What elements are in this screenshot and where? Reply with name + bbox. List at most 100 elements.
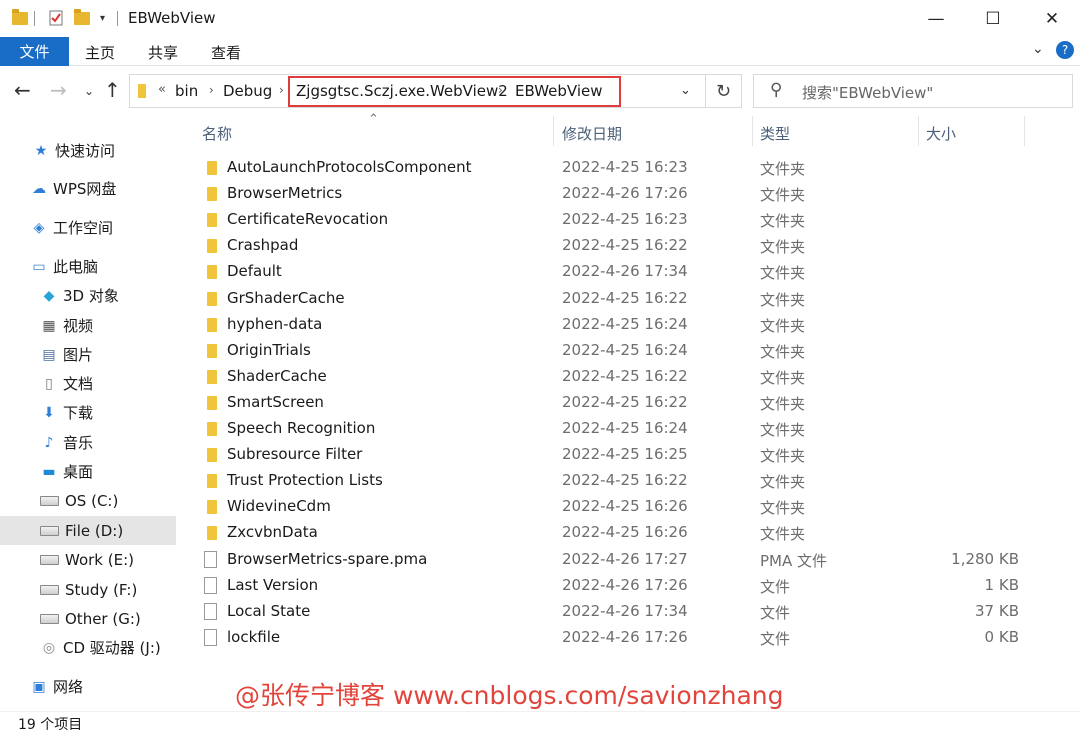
table-row[interactable]: Crashpad 2022-4-25 16:22 文件夹 — [178, 233, 1080, 259]
search-box[interactable]: ⚲ 搜索"EBWebView" — [753, 74, 1073, 108]
sidebar-item-drive-e[interactable]: Work (E:) — [0, 545, 176, 574]
sidebar-item-music[interactable]: ♪ 音乐 — [0, 428, 176, 457]
navigation-pane: ★ 快速访问 ☁ WPS网盘 ◈ 工作空间 ▭ 此电脑 ◆ 3D 对象 ▦ 视频 ▤ 图片 ▯… — [0, 116, 178, 712]
column-divider[interactable] — [553, 116, 554, 146]
tab-home[interactable]: 主页 — [85, 42, 115, 63]
file-type: 文件 — [760, 629, 791, 648]
path-highlight-box — [288, 76, 621, 107]
breadcrumb-overflow[interactable]: « — [158, 82, 166, 97]
table-row[interactable]: Speech Recognition 2022-4-25 16:24 文件夹 — [178, 416, 1080, 442]
file-name: Local State — [227, 601, 311, 620]
drive-icon — [40, 554, 59, 565]
sidebar-item-network[interactable]: ▣ 网络 — [0, 672, 176, 701]
file-name: lockfile — [227, 627, 281, 646]
sidebar-item-drive-j[interactable]: ◎ CD 驱动器 (J:) — [0, 633, 176, 662]
sidebar-item-downloads[interactable]: ⬇ 下载 — [0, 398, 176, 427]
new-folder-icon[interactable] — [74, 8, 90, 28]
table-row[interactable]: Subresource Filter 2022-4-25 16:25 文件夹 — [178, 442, 1080, 468]
sidebar-item-workspace[interactable]: ◈ 工作空间 — [0, 213, 176, 242]
column-header-type[interactable]: 类型 — [760, 123, 790, 144]
column-header-name[interactable]: 名称 — [202, 123, 232, 144]
table-row[interactable]: WidevineCdm 2022-4-25 16:26 文件夹 — [178, 494, 1080, 520]
title-separator — [34, 11, 35, 26]
sidebar-item-desktop[interactable]: ▬ 桌面 — [0, 457, 176, 486]
column-header-size[interactable]: 大小 — [926, 123, 956, 144]
sidebar-item-documents[interactable]: ▯ 文档 — [0, 369, 176, 398]
up-button[interactable]: ↑ — [104, 78, 121, 102]
sidebar-item-3d-objects[interactable]: ◆ 3D 对象 — [0, 281, 176, 310]
sidebar-item-drive-f[interactable]: Study (F:) — [0, 575, 176, 604]
document-icon: ▯ — [45, 375, 53, 392]
column-divider[interactable] — [752, 116, 753, 146]
file-type: 文件夹 — [760, 447, 806, 466]
close-button[interactable]: ✕ — [1024, 0, 1080, 37]
table-row[interactable]: GrShaderCache 2022-4-25 16:22 文件夹 — [178, 286, 1080, 312]
sidebar-item-this-pc[interactable]: ▭ 此电脑 — [0, 252, 176, 281]
folder-icon — [207, 500, 217, 518]
table-row[interactable]: SmartScreen 2022-4-25 16:22 文件夹 — [178, 390, 1080, 416]
drive-icon — [40, 584, 59, 595]
ribbon-collapse-icon[interactable]: ⌄ — [1032, 41, 1044, 57]
sidebar-item-drive-g[interactable]: Other (G:) — [0, 604, 176, 633]
table-row[interactable]: hyphen-data 2022-4-25 16:24 文件夹 — [178, 312, 1080, 338]
computer-icon: ▭ — [32, 258, 46, 275]
sidebar-item-quick-access[interactable]: ★ 快速访问 — [0, 136, 176, 165]
table-row[interactable]: CertificateRevocation 2022-4-25 16:23 文件夹 — [178, 207, 1080, 233]
folder-icon — [207, 422, 217, 440]
column-header-date[interactable]: 修改日期 — [562, 123, 622, 144]
file-type: 文件 — [760, 577, 791, 596]
search-input[interactable]: 搜索"EBWebView" — [802, 82, 933, 103]
address-dropdown-icon[interactable]: ⌄ — [680, 83, 691, 98]
file-type: 文件夹 — [760, 238, 806, 257]
sidebar-item-drive-d[interactable]: File (D:) — [0, 516, 176, 545]
address-bar[interactable]: « bin › Debug › Zjgsgtsc.Sczj.exe.WebVie… — [129, 74, 706, 108]
column-divider[interactable] — [918, 116, 919, 146]
sidebar-item-videos[interactable]: ▦ 视频 — [0, 311, 176, 340]
table-row[interactable]: ShaderCache 2022-4-25 16:22 文件夹 — [178, 364, 1080, 390]
table-row[interactable]: BrowserMetrics 2022-4-26 17:26 文件夹 — [178, 181, 1080, 207]
table-row[interactable]: Last Version 2022-4-26 17:26 文件 1 KB — [178, 573, 1080, 599]
back-button[interactable]: ← — [14, 78, 31, 102]
sidebar-item-pictures[interactable]: ▤ 图片 — [0, 340, 176, 369]
file-type: PMA 文件 — [760, 551, 828, 570]
network-icon: ▣ — [32, 678, 46, 695]
file-date: 2022-4-25 16:22 — [562, 392, 688, 411]
title-bar: ▾ EBWebView — ☐ ✕ — [0, 0, 1080, 37]
forward-button[interactable]: → — [50, 78, 67, 102]
file-name: Crashpad — [227, 236, 299, 255]
ribbon-tabs: 文件 主页 共享 查看 ⌄ ? — [0, 37, 1080, 66]
file-type: 文件夹 — [760, 212, 806, 231]
maximize-button[interactable]: ☐ — [965, 0, 1021, 37]
table-row[interactable]: OriginTrials 2022-4-25 16:24 文件夹 — [178, 338, 1080, 364]
table-row[interactable]: Local State 2022-4-26 17:34 文件 37 KB — [178, 599, 1080, 625]
tab-share[interactable]: 共享 — [148, 42, 178, 63]
chevron-right-icon[interactable]: › — [209, 83, 214, 97]
help-icon[interactable]: ? — [1056, 41, 1074, 59]
table-row[interactable]: Trust Protection Lists 2022-4-25 16:22 文件夹 — [178, 468, 1080, 494]
table-row[interactable]: AutoLaunchProtocolsComponent 2022-4-25 16… — [178, 155, 1080, 181]
sidebar-item-wps-cloud[interactable]: ☁ WPS网盘 — [0, 174, 176, 203]
chevron-right-icon[interactable]: › — [279, 83, 284, 97]
breadcrumb-bin[interactable]: bin — [175, 82, 198, 100]
customize-toolbar-icon[interactable]: ▾ — [100, 8, 105, 28]
file-name: Default — [227, 262, 282, 281]
table-row[interactable]: Default 2022-4-26 17:34 文件夹 — [178, 259, 1080, 285]
column-divider[interactable] — [1024, 116, 1025, 146]
table-row[interactable]: BrowserMetrics-spare.pma 2022-4-26 17:27 P… — [178, 547, 1080, 573]
file-date: 2022-4-26 17:34 — [562, 601, 688, 620]
file-name: SmartScreen — [227, 392, 324, 411]
status-bar: 19 个项目 — [0, 711, 1080, 737]
minimize-button[interactable]: — — [908, 0, 964, 37]
sidebar-item-drive-c[interactable]: OS (C:) — [0, 486, 176, 515]
properties-icon[interactable] — [48, 8, 64, 28]
tab-file[interactable]: 文件 — [0, 37, 69, 66]
table-row[interactable]: ZxcvbnData 2022-4-25 16:26 文件夹 — [178, 520, 1080, 546]
file-date: 2022-4-25 16:22 — [562, 471, 688, 490]
tab-view[interactable]: 查看 — [211, 42, 241, 63]
table-row[interactable]: lockfile 2022-4-26 17:26 文件 0 KB — [178, 625, 1080, 651]
recent-locations-icon[interactable]: ⌄ — [84, 84, 94, 98]
refresh-button[interactable]: ↻ — [706, 74, 742, 108]
breadcrumb-debug[interactable]: Debug — [223, 82, 272, 100]
file-type: 文件夹 — [760, 368, 806, 387]
file-date: 2022-4-26 17:26 — [562, 184, 688, 203]
